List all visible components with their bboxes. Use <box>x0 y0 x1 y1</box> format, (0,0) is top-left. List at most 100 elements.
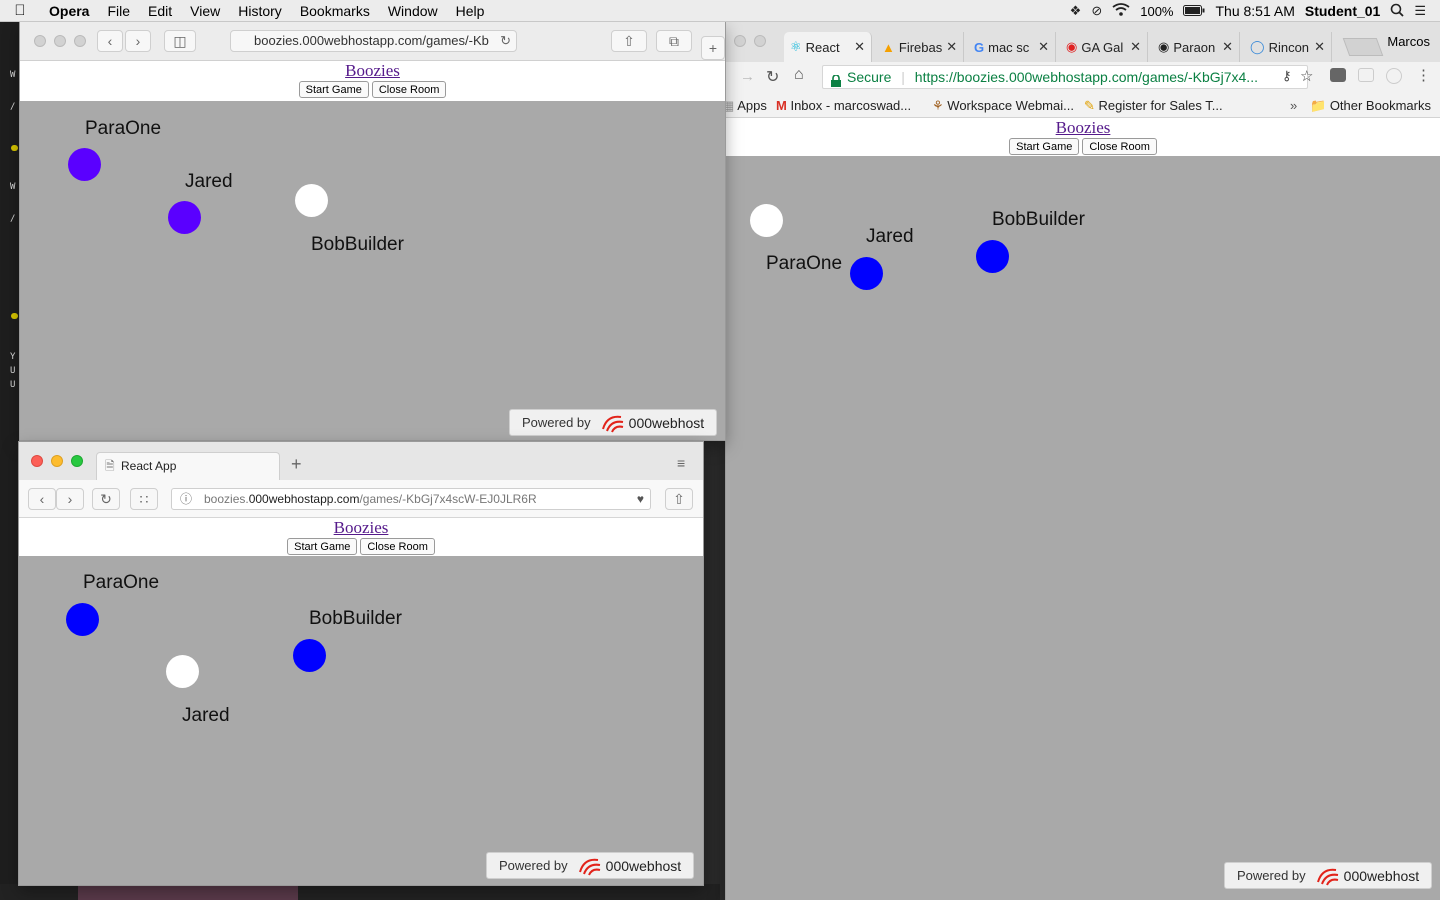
start-game-button[interactable]: Start Game <box>1009 138 1080 155</box>
forward-icon[interactable]: › <box>125 30 151 52</box>
clock[interactable]: Thu 8:51 AM <box>1215 3 1294 19</box>
site-title-link[interactable]: Boozies <box>20 61 725 81</box>
reload-icon[interactable]: ↻ <box>766 67 779 87</box>
new-tab-button[interactable]: + <box>701 36 725 60</box>
battery-icon[interactable] <box>1183 4 1205 19</box>
bookmark-workspace[interactable]: ⚘ Workspace Webmai... <box>932 98 1074 114</box>
menu-edit[interactable]: Edit <box>139 3 181 19</box>
window-minimize-button[interactable] <box>754 35 766 47</box>
player-token-paraone[interactable] <box>68 148 101 181</box>
window-close-button[interactable] <box>734 35 746 47</box>
address-bar[interactable]: boozies.000webhostapp.com/games/-Kb ↻ <box>230 30 517 52</box>
menu-help[interactable]: Help <box>447 3 494 19</box>
extension-icon[interactable] <box>1358 68 1374 82</box>
close-tab-icon[interactable]: ✕ <box>854 39 865 55</box>
powered-by-badge[interactable]: Powered by 000webhost <box>509 409 718 436</box>
menu-history[interactable]: History <box>229 3 291 19</box>
share-icon[interactable]: ⇧ <box>611 30 647 52</box>
menu-app-name[interactable]: Opera <box>40 3 98 19</box>
site-title-link[interactable]: Boozies <box>726 118 1440 138</box>
share-icon[interactable]: ⇧ <box>665 488 693 510</box>
menu-file[interactable]: File <box>98 3 139 19</box>
window-minimize-button[interactable] <box>51 455 63 467</box>
github-icon: ◉ <box>1158 39 1170 54</box>
notification-center-icon[interactable]: ☰ <box>1414 3 1426 19</box>
bookmark-register[interactable]: ✎ Register for Sales T... <box>1084 98 1223 114</box>
window-close-button[interactable] <box>34 35 46 47</box>
player-token-jared[interactable] <box>850 257 883 290</box>
back-icon[interactable]: ‹ <box>28 488 56 510</box>
player-token-paraone[interactable] <box>66 603 99 636</box>
player-token-jared[interactable] <box>168 201 201 234</box>
close-tab-icon[interactable]: ✕ <box>1314 39 1325 55</box>
bookmark-label: Inbox - marcoswad... <box>790 98 912 113</box>
site-header: Boozies Start Game Close Room <box>19 518 703 556</box>
close-tab-icon[interactable]: ✕ <box>1222 39 1233 55</box>
reload-icon[interactable]: ↻ <box>500 31 511 51</box>
wifi-icon[interactable] <box>1112 3 1130 19</box>
window-zoom-button[interactable] <box>74 35 86 47</box>
profile-name[interactable]: Marcos <box>1387 34 1430 49</box>
site-header: Boozies Start Game Close Room <box>726 118 1440 156</box>
close-tab-icon[interactable]: ✕ <box>946 39 957 55</box>
player-token-jared[interactable] <box>166 655 199 688</box>
site-info-icon[interactable]: ⓘ <box>180 489 192 509</box>
powered-by-badge[interactable]: Powered by 000webhost <box>486 852 695 879</box>
start-game-button[interactable]: Start Game <box>287 538 358 555</box>
spotlight-search-icon[interactable] <box>1390 3 1404 20</box>
tabs-overview-icon[interactable]: ⧉ <box>656 30 692 52</box>
new-tab-button[interactable] <box>1342 38 1384 56</box>
close-tab-icon[interactable]: ✕ <box>1038 39 1049 55</box>
close-room-button[interactable]: Close Room <box>371 81 447 98</box>
back-icon[interactable]: ‹ <box>97 30 123 52</box>
bookmark-apps[interactable]: ▦ Apps <box>726 98 767 114</box>
chrome-tab-github[interactable]: ◉ Paraon ✕ <box>1152 32 1240 62</box>
bookmark-inbox[interactable]: M Inbox - marcoswad... <box>776 98 911 113</box>
chrome-tab-firebase[interactable]: ▲ Firebas ✕ <box>876 32 964 62</box>
bookmark-other[interactable]: 📁 Other Bookmarks <box>1310 98 1431 114</box>
window-zoom-button[interactable] <box>71 455 83 467</box>
menu-bookmarks[interactable]: Bookmarks <box>291 3 379 19</box>
user-name[interactable]: Student_01 <box>1305 3 1380 19</box>
sync-icon[interactable]: ⊘ <box>1091 3 1102 19</box>
close-tab-icon[interactable]: ✕ <box>1130 39 1141 55</box>
bookmark-star-icon[interactable]: ☆ <box>1300 67 1313 85</box>
home-icon[interactable]: ⌂ <box>794 66 804 84</box>
menu-window[interactable]: Window <box>379 3 447 19</box>
firefox-tab-react-app[interactable]: 🗎 React App <box>96 452 280 480</box>
powered-by-badge[interactable]: Powered by 000webhost <box>1224 862 1433 889</box>
forward-icon[interactable]: › <box>56 488 84 510</box>
player-token-paraone[interactable] <box>750 204 783 237</box>
menu-dots-icon[interactable]: ⋮ <box>1416 66 1431 84</box>
address-bar[interactable]: ⓘ boozies.000webhostapp.com/games/-KbGj7… <box>171 488 651 510</box>
favorite-heart-icon[interactable]: ♥ <box>637 489 644 509</box>
close-room-button[interactable]: Close Room <box>360 538 435 555</box>
dropbox-icon[interactable]: ❖ <box>1070 3 1082 19</box>
window-minimize-button[interactable] <box>54 35 66 47</box>
chrome-tab-react[interactable]: ⚛ React ✕ <box>784 32 872 62</box>
tab-list-icon[interactable]: ≡ <box>677 455 685 471</box>
menu-view[interactable]: View <box>181 3 229 19</box>
extension-icon[interactable] <box>1330 68 1346 82</box>
extension-icon[interactable] <box>1386 68 1402 84</box>
player-token-bobbuilder[interactable] <box>293 639 326 672</box>
apps-grid-icon[interactable]: ∷ <box>130 488 158 510</box>
start-game-button[interactable]: Start Game <box>298 81 369 98</box>
apple-icon[interactable]:  <box>0 2 40 19</box>
player-token-bobbuilder[interactable] <box>976 240 1009 273</box>
window-close-button[interactable] <box>31 455 43 467</box>
key-icon[interactable]: ⚷ <box>1282 68 1292 84</box>
player-token-bobbuilder[interactable] <box>295 184 328 217</box>
back-icon[interactable]: → <box>740 68 755 85</box>
tab-title: GA Gal <box>1081 39 1124 55</box>
reload-icon[interactable]: ↻ <box>92 488 120 510</box>
sidebar-toggle-icon[interactable]: ◫ <box>164 30 196 52</box>
site-title-link[interactable]: Boozies <box>19 518 703 538</box>
bookmarks-overflow-icon[interactable]: » <box>1290 98 1297 113</box>
chrome-tab-rincon[interactable]: ◯ Rincon ✕ <box>1244 32 1332 62</box>
close-room-button[interactable]: Close Room <box>1082 138 1157 155</box>
address-bar[interactable]: Secure | https://boozies.000webhostapp.c… <box>822 65 1308 89</box>
chrome-tab-ga[interactable]: ◉ GA Gal ✕ <box>1060 32 1148 62</box>
new-tab-button[interactable]: + <box>291 454 302 475</box>
chrome-tab-google[interactable]: G mac sc ✕ <box>968 32 1056 62</box>
